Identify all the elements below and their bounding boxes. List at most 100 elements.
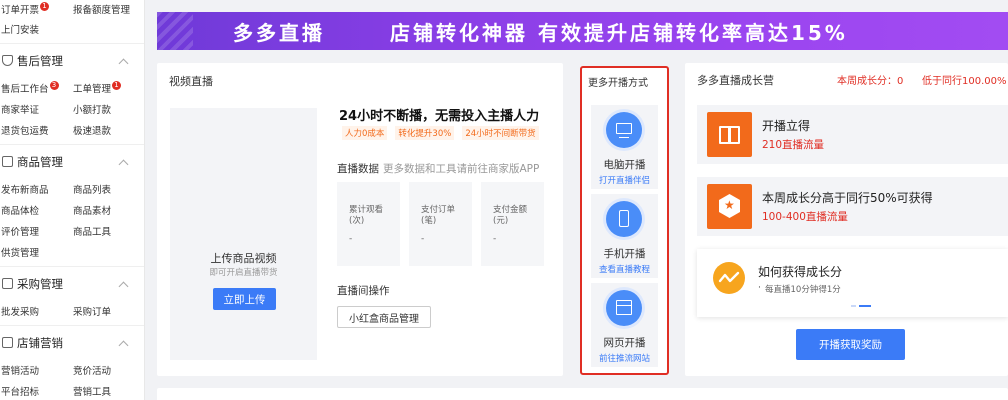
trend-wave-icon: [713, 262, 745, 294]
chevron-up-icon[interactable]: [118, 340, 129, 351]
carousel-dot[interactable]: [851, 305, 856, 307]
sidebar-row: 供货管理: [0, 241, 144, 262]
section-title: 店铺营销: [17, 335, 63, 350]
carousel-dot-active[interactable]: [859, 305, 871, 307]
sidebar-item-product-tools[interactable]: 商品工具: [73, 224, 111, 238]
sidebar-item-install[interactable]: 上门安装: [1, 22, 39, 36]
purchase-icon: [2, 278, 13, 289]
upload-box: 上传商品视频 即可开启直播带货 立即上传: [170, 108, 317, 360]
feature-tag: 人力0成本: [342, 126, 388, 140]
sidebar-item-product-assets[interactable]: 商品素材: [73, 203, 111, 217]
pc-live-option[interactable]: 电脑开播 打开直播伴侣: [591, 105, 658, 189]
sidebar-section-aftersale[interactable]: 售后管理: [0, 43, 144, 77]
reward-title: 开播立得: [762, 119, 811, 133]
sidebar-item-marketing-tools[interactable]: 营销工具: [73, 384, 111, 398]
sidebar-item-campaigns[interactable]: 营销活动: [1, 363, 39, 377]
live-data-header: 直播数据 更多数据和工具请前往商家版APP: [337, 161, 539, 176]
web-live-option[interactable]: 网页开播 前往推流网站: [591, 283, 658, 367]
sidebar-item-aftersale-desk[interactable]: 售后工作台 3: [1, 80, 59, 95]
card-title: 多多直播成长营: [697, 74, 774, 87]
section-title: 售后管理: [17, 53, 63, 68]
sidebar-row: 商家举证 小额打款: [0, 98, 144, 119]
how-to-earn-title: 如何获得成长分: [758, 265, 843, 279]
sidebar-item-new-product[interactable]: 发布新商品: [1, 182, 49, 196]
how-to-earn-rule: 每直播10分钟得1分: [765, 285, 841, 295]
carousel-indicator[interactable]: [851, 305, 871, 307]
notification-badge: 1: [40, 2, 50, 11]
video-live-card: 视频直播 上传商品视频 即可开启直播带货 立即上传 24小时不断播，无需投入主播…: [157, 63, 563, 376]
chevron-up-icon[interactable]: [118, 58, 129, 69]
stat-value: -: [421, 234, 425, 244]
sidebar-item-purchase-orders[interactable]: 采购订单: [73, 304, 111, 318]
start-live-reward-button[interactable]: 开播获取奖励: [796, 329, 905, 360]
reward-amount: 100-400直播流量: [762, 211, 848, 223]
stat-value: -: [493, 234, 497, 244]
sidebar-row: 订单开票 1 报备额度管理: [0, 0, 144, 18]
room-ops-title: 直播间操作: [337, 285, 390, 297]
gift-box-icon: [707, 112, 752, 157]
feature-tag: 转化提升30%: [395, 126, 455, 140]
mobile-live-option[interactable]: 手机开播 查看直播教程: [591, 194, 658, 278]
reward-item: ★ 本周成长分高于同行50%可获得 100-400直播流量: [697, 177, 1008, 236]
sidebar-item-reviews[interactable]: 评价管理: [1, 224, 39, 238]
sidebar-item-ticket[interactable]: 工单管理 1: [73, 80, 122, 95]
chevron-up-icon[interactable]: [118, 281, 129, 292]
stat-value: -: [349, 234, 353, 244]
sidebar-item-bidding[interactable]: 竞价活动: [73, 363, 111, 377]
sidebar-item-product-check[interactable]: 商品体检: [1, 203, 39, 217]
growth-camp-card: 多多直播成长营 本周成长分：0 低于同行100.00% 开播立得 210直播流量…: [685, 63, 1008, 376]
sidebar-row: 批发采购 采购订单: [0, 300, 144, 321]
sidebar-row: 评价管理 商品工具: [0, 220, 144, 241]
stat-label: 累计观看 (次): [349, 205, 384, 226]
more-live-methods-card: 更多开播方式 电脑开播 打开直播伴侣 手机开播 查看直播教程 网页开播 前往推流…: [580, 66, 669, 375]
sidebar-item-wholesale[interactable]: 批发采购: [1, 304, 39, 318]
sidebar-item-small-payment[interactable]: 小额打款: [73, 102, 111, 116]
product-icon: [2, 156, 13, 167]
reward-title: 本周成长分高于同行50%可获得: [762, 191, 933, 205]
reward-amount: 210直播流量: [762, 139, 825, 151]
sidebar-row: 退货包运费 极速退款: [0, 119, 144, 140]
sidebar-item-invoice[interactable]: 订单开票 1: [1, 2, 50, 16]
upload-now-button[interactable]: 立即上传: [213, 288, 276, 310]
bottom-card: [157, 388, 1008, 400]
sidebar-row: 售后工作台 3 工单管理 1: [0, 77, 144, 98]
feature-tags: 人力0成本 转化提升30% 24小时不间断带货: [342, 126, 539, 140]
sidebar-item-fast-refund[interactable]: 极速退款: [73, 123, 111, 137]
option-title: 网页开播: [603, 337, 646, 349]
sidebar-item-evidence[interactable]: 商家举证: [1, 102, 39, 116]
web-page-icon: [606, 290, 642, 326]
card-title: 更多开播方式: [588, 78, 648, 89]
sidebar-item-quota[interactable]: 报备额度管理: [73, 2, 130, 16]
live-data-hint: 更多数据和工具请前往商家版APP: [383, 163, 540, 175]
sidebar-item-tender[interactable]: 平台招标: [1, 384, 39, 398]
phone-icon: [606, 201, 642, 237]
banner-brand: 多多直播: [233, 21, 325, 45]
sidebar-item-supply[interactable]: 供货管理: [1, 245, 39, 259]
option-title: 电脑开播: [603, 159, 646, 171]
upload-subtitle: 即可开启直播带货: [209, 268, 278, 278]
section-title: 商品管理: [17, 154, 63, 169]
sidebar-section-products[interactable]: 商品管理: [0, 144, 144, 178]
view-tutorial-link[interactable]: 查看直播教程: [591, 263, 658, 275]
week-growth-score: 本周成长分：0: [837, 76, 904, 87]
stat-views: 累计观看 (次) -: [337, 182, 400, 266]
sidebar-row: 发布新商品 商品列表: [0, 178, 144, 199]
bullet: ·: [758, 283, 761, 293]
sidebar-row: 平台招标 营销工具: [0, 380, 144, 400]
monitor-icon: [606, 112, 642, 148]
promo-banner[interactable]: 多多直播 店铺转化神器 有效提升店铺转化率高达15%: [157, 12, 1008, 50]
sidebar-section-marketing[interactable]: 店铺营销: [0, 325, 144, 359]
open-live-companion-link[interactable]: 打开直播伴侣: [591, 174, 658, 186]
push-stream-site-link[interactable]: 前往推流网站: [591, 352, 658, 364]
peer-compare: 低于同行100.00%: [922, 76, 1007, 87]
sidebar-item-product-list[interactable]: 商品列表: [73, 182, 111, 196]
headline: 24小时不断播，无需投入主播人力: [339, 109, 540, 124]
sidebar-item-return-shipping[interactable]: 退货包运费: [1, 123, 49, 137]
stat-orders: 支付订单 (笔) -: [409, 182, 472, 266]
sidebar-section-purchase[interactable]: 采购管理: [0, 266, 144, 300]
xiaohonghe-product-button[interactable]: 小红盒商品管理: [337, 306, 431, 328]
stat-amount: 支付金额 (元) -: [481, 182, 544, 266]
chevron-up-icon[interactable]: [118, 159, 129, 170]
marketing-icon: [2, 337, 13, 348]
upload-title: 上传商品视频: [210, 252, 277, 265]
